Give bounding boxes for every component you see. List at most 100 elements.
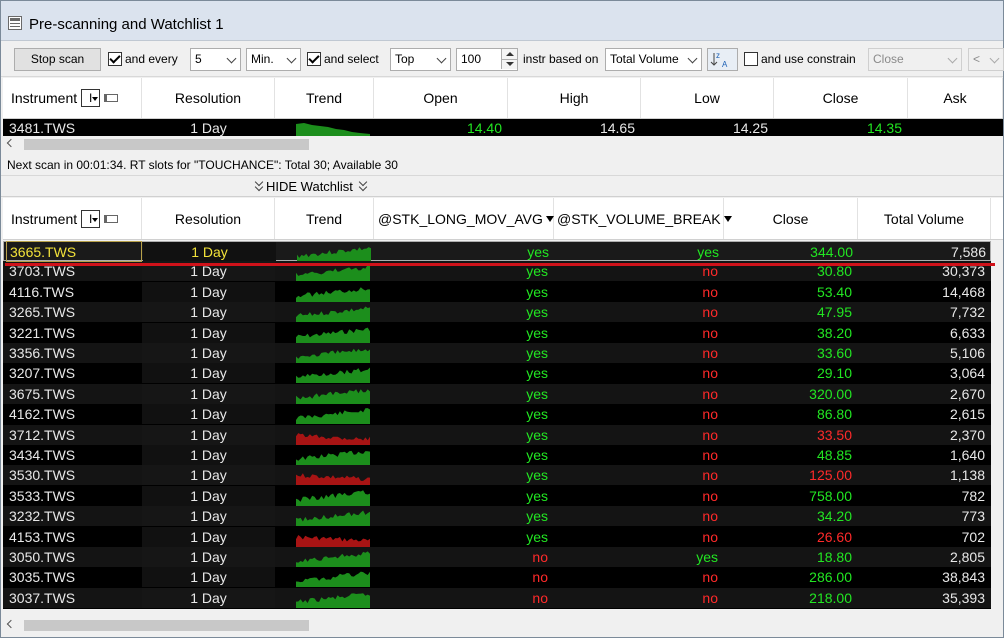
- interval-unit-text: Min.: [251, 52, 274, 66]
- table-row[interactable]: 3265.TWS 1 Day yes no 47.95 7,732: [3, 302, 991, 323]
- table-row[interactable]: 4153.TWS 1 Day yes no 26.60 702: [3, 526, 991, 547]
- scrollbar-thumb[interactable]: [24, 620, 309, 631]
- select-count-stepper[interactable]: 100: [456, 48, 518, 71]
- hide-watchlist-bar[interactable]: HIDE Watchlist: [1, 175, 1003, 197]
- constrain-op-select[interactable]: <: [968, 48, 1004, 71]
- column-header-close[interactable]: Close: [724, 198, 858, 239]
- column-header-volume-break[interactable]: @STK_VOLUME_BREAK: [554, 198, 732, 239]
- table-row[interactable]: 4116.TWS 1 Day yes no 53.40 14,468: [3, 281, 991, 302]
- trend-sparkline: [296, 327, 370, 343]
- volume-break-cell: no: [702, 406, 718, 423]
- long-mov-avg-cell: no: [532, 549, 548, 565]
- column-header-close[interactable]: Close: [774, 78, 908, 118]
- spin-up-icon[interactable]: [501, 49, 517, 59]
- sparkline-area: [296, 286, 370, 302]
- instrument-menu-button[interactable]: I: [81, 209, 101, 228]
- volume-break-cell: no: [702, 467, 718, 484]
- resolution-cell: 1 Day: [142, 506, 275, 527]
- column-header-trend[interactable]: Trend: [275, 198, 374, 239]
- sparkline-area: [296, 534, 370, 547]
- chevron-down-icon: [286, 53, 297, 64]
- pin-icon[interactable]: [104, 214, 119, 223]
- close-cell: 47.95: [816, 304, 852, 321]
- table-row[interactable]: 3035.TWS 1 Day no no 286.00 38,843: [3, 567, 991, 588]
- use-constrain-checkbox[interactable]: [744, 52, 758, 66]
- column-header-long-mov-avg[interactable]: @STK_LONG_MOV_AVG: [374, 198, 554, 239]
- instrument-cell: 4162.TWS: [9, 406, 76, 423]
- column-header-total-volume[interactable]: Total Volume: [858, 198, 991, 239]
- sparkline-area: [297, 247, 371, 262]
- sort-az-button[interactable]: z A: [707, 48, 738, 71]
- table-row[interactable]: 4162.TWS 1 Day yes no 86.80 2,615: [3, 404, 991, 425]
- instrument-cell: 3232.TWS: [9, 508, 76, 525]
- scrollbar-thumb[interactable]: [24, 139, 309, 150]
- sparkline-area: [296, 551, 370, 567]
- interval-unit-select[interactable]: Min.: [246, 48, 301, 71]
- table-row[interactable]: 3481.TWS 1 Day 14.40 14.65 14.25 14.35: [3, 119, 1003, 136]
- scroll-left-icon[interactable]: [6, 138, 16, 148]
- resolution-cell: 1 Day: [142, 404, 275, 425]
- column-header-resolution[interactable]: Resolution: [142, 198, 275, 239]
- total-volume-cell: 782: [961, 487, 985, 504]
- volume-break-cell: no: [702, 365, 718, 382]
- table-row[interactable]: 3207.TWS 1 Day yes no 29.10 3,064: [3, 363, 991, 384]
- total-volume-cell: 2,805: [949, 549, 985, 565]
- scroll-left-icon[interactable]: [6, 619, 16, 629]
- table-row[interactable]: 3037.TWS 1 Day no no 218.00 35,393: [3, 587, 991, 608]
- trend-cell: [275, 282, 374, 302]
- table-row[interactable]: 3533.TWS 1 Day yes no 758.00 782: [3, 485, 991, 506]
- long-mov-avg-cell: yes: [526, 304, 548, 321]
- instrument-cell: 3221.TWS: [9, 324, 76, 341]
- total-volume-cell: 6,633: [949, 324, 985, 341]
- and-every-checkbox[interactable]: [108, 52, 122, 66]
- table-row[interactable]: 3434.TWS 1 Day yes no 48.85 1,640: [3, 445, 991, 465]
- table-row[interactable]: 3050.TWS 1 Day no yes 18.80 2,805: [3, 547, 991, 567]
- table-row[interactable]: 3665.TWS 1 Day yes yes 344.00 7,586: [3, 241, 991, 262]
- select-mode-select[interactable]: Top: [390, 48, 451, 71]
- volume-break-cell: no: [702, 447, 718, 463]
- constrain-field-select[interactable]: Close: [868, 48, 962, 71]
- table-row[interactable]: 3232.TWS 1 Day yes no 34.20 773: [3, 506, 991, 527]
- column-header-resolution[interactable]: Resolution: [142, 78, 275, 118]
- high-cell: 14.65: [599, 120, 635, 136]
- scanner-horizontal-scrollbar[interactable]: [3, 136, 1003, 154]
- select-count-text: 100: [461, 52, 482, 66]
- scanner-header: Instrument I Resolution Trend Open High …: [3, 78, 1003, 119]
- spin-down-icon[interactable]: [501, 59, 517, 69]
- column-header-instrument[interactable]: Instrument I: [3, 78, 142, 118]
- table-row[interactable]: 3530.TWS 1 Day yes no 125.00 1,138: [3, 465, 991, 486]
- and-select-checkbox[interactable]: [307, 52, 321, 66]
- total-volume-cell: 38,843: [942, 569, 985, 586]
- instrument-cell: 3533.TWS: [9, 487, 76, 504]
- volume-break-cell: no: [702, 385, 718, 402]
- selected-cell-outline: [6, 241, 142, 262]
- column-header-open[interactable]: Open: [374, 78, 508, 118]
- close-cell: 18.80: [816, 549, 852, 565]
- instrument-cell: 3035.TWS: [9, 569, 76, 586]
- trend-sparkline: [296, 388, 370, 404]
- chevron-down-icon: [358, 182, 368, 192]
- instrument-cell: 4116.TWS: [9, 283, 75, 300]
- total-volume-cell: 1,640: [949, 447, 985, 463]
- table-row[interactable]: 3221.TWS 1 Day yes no 38.20 6,633: [3, 322, 991, 343]
- table-row[interactable]: 3356.TWS 1 Day yes no 33.60 5,106: [3, 343, 991, 363]
- based-on-select[interactable]: Total Volume: [605, 48, 702, 71]
- dropdown-arrow-icon[interactable]: [545, 215, 554, 222]
- column-header-trend[interactable]: Trend: [275, 78, 374, 118]
- column-header-ask[interactable]: Ask: [908, 78, 1003, 118]
- svg-text:A: A: [722, 60, 728, 69]
- stop-scan-button[interactable]: Stop scan: [14, 48, 101, 71]
- watchlist-horizontal-scrollbar[interactable]: [3, 617, 1003, 635]
- column-header-low[interactable]: Low: [641, 78, 774, 118]
- column-header-instrument[interactable]: Instrument I: [3, 198, 142, 239]
- interval-value-select[interactable]: 5: [190, 48, 241, 71]
- pin-icon[interactable]: [104, 94, 119, 102]
- table-row[interactable]: 3675.TWS 1 Day yes no 320.00 2,670: [3, 383, 991, 404]
- volume-break-cell: no: [702, 345, 718, 361]
- table-row[interactable]: 3712.TWS 1 Day yes no 33.50 2,370: [3, 424, 991, 445]
- instrument-menu-button[interactable]: I: [81, 89, 101, 107]
- trend-cell: [275, 302, 374, 323]
- column-header-high[interactable]: High: [508, 78, 641, 118]
- total-volume-cell: 35,393: [942, 589, 985, 606]
- chevron-down-icon: [226, 53, 237, 64]
